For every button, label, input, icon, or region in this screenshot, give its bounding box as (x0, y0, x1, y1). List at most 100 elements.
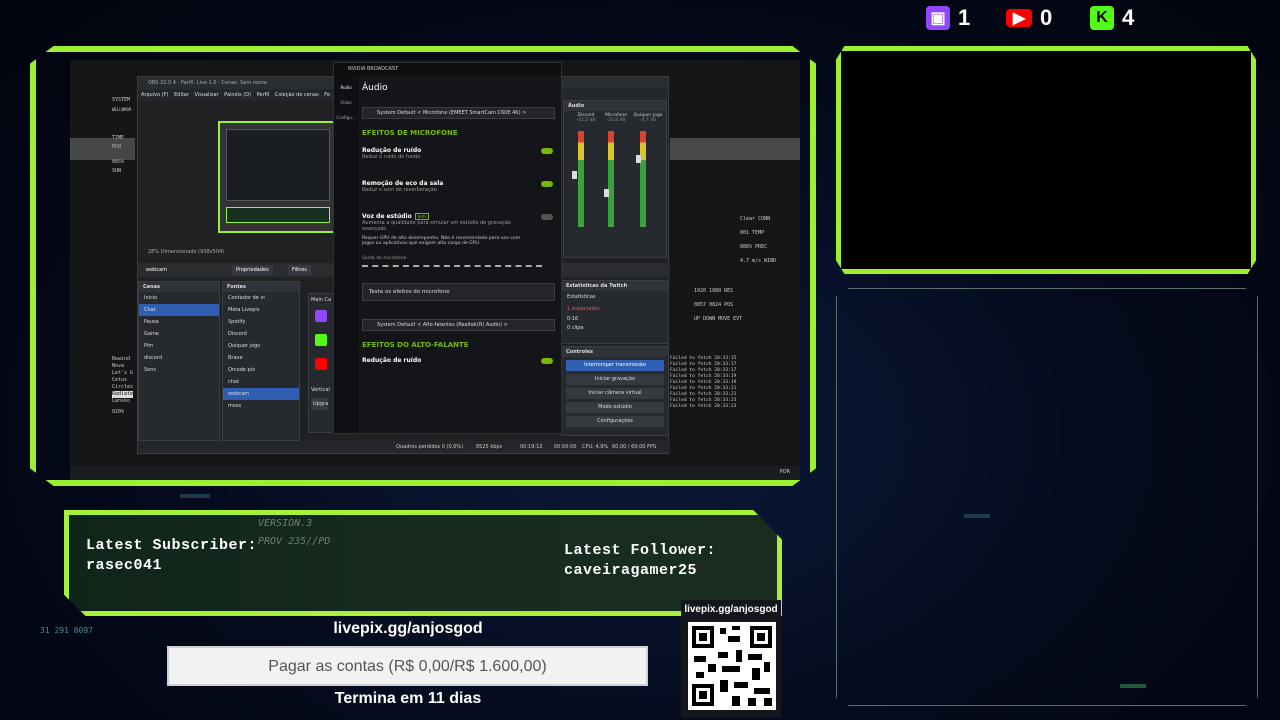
meter-discord (578, 131, 584, 227)
main-chat-label: Main Ca (311, 297, 332, 303)
term-row: Clear CONN (740, 216, 771, 222)
source-item[interactable]: Discord (223, 328, 299, 340)
effect-desc: Aumenta a qualidade para simular um estú… (362, 220, 511, 232)
deco-number: 31 291 8097 (40, 626, 93, 635)
follower-name: caveiragamer25 (564, 562, 698, 579)
volume-slider[interactable] (604, 189, 609, 197)
scenes-panel: Cenas Inicio Chat Pausa Game Pim discord… (138, 281, 220, 441)
twitch-stat: ▣ 1 (926, 4, 970, 32)
volume-slider[interactable] (636, 155, 641, 163)
source-item[interactable]: Brave (223, 352, 299, 364)
follower-label: Latest Follower: (564, 542, 717, 559)
noise-removal-toggle[interactable] (541, 148, 553, 154)
menu-editar[interactable]: Editar (174, 92, 189, 98)
source-item[interactable]: Quiquer jogo (223, 340, 299, 352)
volume-slider[interactable] (572, 171, 577, 179)
terminal-left: SYSTEM WELLNMOR TIME MON 085% SUN (112, 96, 131, 176)
mic-device-select[interactable]: System Default < Microfone (EMEET SmartC… (362, 107, 555, 119)
effect-name: Voz de estúdio (362, 213, 412, 220)
effect-desc: Reduz o ruído de fundo (362, 154, 421, 160)
mic-output-meter (362, 265, 542, 267)
term-row: 4.7 m/s WIND (740, 258, 777, 264)
source-item[interactable]: moss (223, 400, 299, 412)
properties-button[interactable]: Propriedades (232, 265, 273, 275)
source-item[interactable]: Qrcode pix (223, 364, 299, 376)
terminal-bar (670, 138, 800, 160)
sidebar-item-settings[interactable]: Configu... (334, 115, 358, 120)
obs-preview[interactable] (218, 121, 338, 233)
menu-visualizar[interactable]: Visualizar (195, 92, 219, 98)
nvidia-main: Áudio System Default < Microfone (EMEET … (362, 75, 555, 433)
sidebar-item-audio[interactable]: Áudio (334, 85, 358, 90)
obs-zoom: 28% Dimensionado (938x504) (148, 249, 224, 255)
audio-title: Áudio (564, 101, 666, 111)
scene-item-selected[interactable]: Chat (139, 304, 219, 316)
studio-mode-button[interactable]: Modo estúdio (566, 402, 664, 413)
menu-perfil[interactable]: Perfil (257, 92, 270, 98)
echo-removal-toggle[interactable] (541, 181, 553, 187)
scene-item[interactable]: Pim (139, 340, 219, 352)
source-item[interactable]: Contador de vi (223, 292, 299, 304)
sources-panel: Fontes Contador de vi Meta Livepix Spoti… (222, 281, 300, 441)
preview-banner (226, 207, 330, 223)
qr-panel: livepix.gg/anjosgod (681, 600, 781, 718)
term-row: 086% PREC (740, 244, 768, 250)
status-frames: Quadros perdidos 0 (0,0%) (396, 444, 464, 450)
scene-item[interactable]: Sons (139, 364, 219, 376)
chat-panel: Main Ca Vertical Upgra (308, 293, 334, 433)
virtual-camera-button[interactable]: Iniciar câmera virtual (566, 388, 664, 399)
nvidia-title: NVIDIA BROADCAST (334, 63, 561, 75)
kick-stat: K 4 (1090, 4, 1134, 32)
menu-paineis[interactable]: Painéis (D) (224, 92, 251, 98)
menu-colecao[interactable]: Coleção de cenas (275, 92, 319, 98)
stats-sub: Estatísticas (567, 294, 596, 300)
source-item[interactable]: Spotify (223, 316, 299, 328)
scene-item[interactable]: Pausa (139, 316, 219, 328)
nvidia-broadcast-window[interactable]: NVIDIA BROADCAST Áudio Vídeo Configu... … (333, 62, 562, 434)
stop-stream-button[interactable]: Interromper transmissão (566, 360, 664, 371)
terminal-right: Clear CONN 001 TEMP 086% PREC 4.7 m/s WI… (740, 212, 800, 268)
twitch-count: 1 (958, 5, 971, 30)
term-text: SYSTEM (112, 97, 131, 103)
settings-button[interactable]: Configurações (566, 416, 664, 427)
controls-panel: Controles Interromper transmissão Inicia… (561, 346, 669, 436)
qr-code (688, 622, 776, 710)
effect-name: Redução de ruído (362, 357, 422, 364)
menu-arquivo[interactable]: Arquivo (F) (141, 92, 169, 98)
meter-game (640, 131, 646, 227)
goal-progress-bar: Pagar as contas (R$ 0,00/R$ 1.600,00) (167, 646, 648, 686)
test-effects-button[interactable]: Teste os efeitos do microfone (362, 283, 555, 301)
status-cpu: CPU: 4,9% (582, 444, 609, 450)
nvidia-sidebar: Áudio Vídeo Configu... (334, 75, 358, 433)
mic-effects-heading: EFEITOS DE MICROFONE (362, 129, 458, 137)
twitch-stats-panel: Estatísticas da Twitch Estatísticas 1 es… (561, 280, 669, 344)
source-item[interactable]: chat (223, 376, 299, 388)
scene-item[interactable]: Inicio (139, 292, 219, 304)
speaker-noise-toggle[interactable] (541, 358, 553, 364)
dimensions-label: Dimensionado (938x504) (160, 249, 225, 255)
preview-content (226, 129, 330, 201)
youtube-icon: ▶ (1006, 9, 1032, 27)
kick-icon: K (1090, 6, 1114, 30)
filters-button[interactable]: Filtros (288, 265, 311, 275)
upgrade-button[interactable]: Upgra (311, 398, 329, 410)
effect-noise-removal: Redução de ruído Reduz o ruído de fundo (362, 147, 555, 160)
source-item[interactable]: Meta Livepix (223, 304, 299, 316)
banner-version: VERSION.3 (258, 518, 313, 529)
source-item-selected[interactable]: webcam (223, 388, 299, 400)
terminal-bar (70, 138, 135, 160)
scene-item[interactable]: discord (139, 352, 219, 364)
scene-item[interactable]: Game (139, 328, 219, 340)
speaker-device-select[interactable]: System Default < Alto-falantes (Realtek(… (362, 319, 555, 331)
mic-output-label: Saída do microfone (362, 256, 407, 261)
twitch-icon: ▣ (926, 6, 950, 30)
menu-fe[interactable]: Fe (324, 92, 330, 98)
sidebar-item-video[interactable]: Vídeo (334, 100, 358, 105)
studio-voice-toggle[interactable] (541, 214, 553, 220)
goal-url: livepix.gg/anjosgod (333, 620, 483, 637)
term-text: WELLNMOR (112, 107, 132, 112)
taskbar: POR (70, 466, 800, 480)
start-recording-button[interactable]: Iniciar gravação (566, 374, 664, 385)
latest-subscriber: Latest Subscriber: rasec041 (86, 536, 257, 576)
kick-count: 4 (1122, 5, 1135, 30)
